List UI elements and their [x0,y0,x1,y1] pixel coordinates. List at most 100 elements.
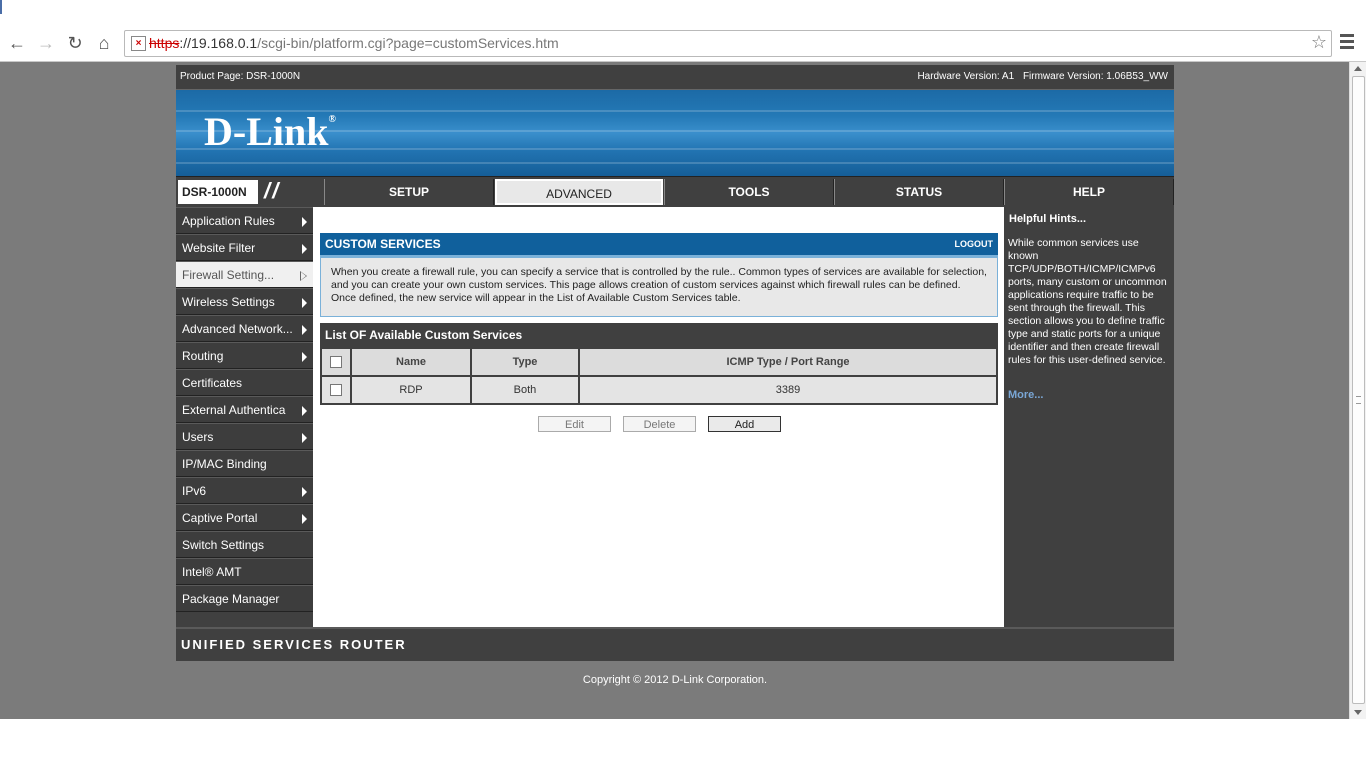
sidebar-item-label: Intel® AMT [182,565,242,579]
delete-button[interactable]: Delete [623,416,696,432]
forward-icon[interactable]: → [35,33,57,53]
tab-advanced[interactable]: ADVANCED [495,179,663,205]
chevron-right-icon [302,217,307,227]
select-all-checkbox[interactable] [330,356,342,369]
chevron-right-icon [302,433,307,443]
more-link[interactable]: More... [1008,389,1043,401]
sidebar-item-label: Routing [182,349,224,363]
product-line-label: UNIFIED SERVICES ROUTER [181,637,407,652]
cell-name: RDP [350,375,472,405]
model-label: DSR-1000N [178,180,258,204]
url-path: /scgi-bin/platform.cgi?page=customServic… [257,35,559,51]
reload-icon[interactable]: ↻ [64,33,86,53]
sidebar: Application Rules Website Filter Firewal… [176,207,313,627]
select-all-cell [320,347,352,377]
footer-bar: UNIFIED SERVICES ROUTER [176,627,1174,661]
dlink-logo[interactable]: D-Link® [204,108,336,155]
scroll-thumb[interactable] [1352,76,1365,704]
sidebar-item-certificates[interactable]: Certificates [176,369,313,396]
back-icon[interactable]: ← [6,33,28,53]
sidebar-item-ipv6[interactable]: IPv6 [176,477,313,504]
column-header-name[interactable]: Name [350,347,472,377]
sidebar-item-label: External Authentica [182,403,286,417]
registered-mark: ® [328,114,336,125]
sidebar-item-label: Captive Portal [182,511,258,525]
sidebar-item-label: Wireless Settings [182,295,275,309]
page-title: CUSTOM SERVICES [325,237,441,251]
sidebar-item-firewall-setting[interactable]: Firewall Setting... [176,261,313,288]
hardware-version: Hardware Version: A1 [917,71,1015,82]
home-icon[interactable]: ⌂ [93,33,115,53]
sidebar-item-label: IPv6 [182,484,207,498]
chevron-right-icon [302,298,307,308]
brand-banner: D-Link® [176,90,1174,176]
router-ui: Product Page: DSR-1000N Hardware Version… [176,65,1174,686]
bookmark-star-icon[interactable]: ☆ [1311,32,1327,53]
column-header-type[interactable]: Type [470,347,580,377]
tab-setup[interactable]: SETUP [324,179,494,205]
vertical-scrollbar[interactable] [1349,62,1366,719]
scroll-up-icon[interactable] [1354,66,1362,71]
browser-tab-strip [0,0,1366,26]
sidebar-item-switch-settings[interactable]: Switch Settings [176,531,313,558]
sidebar-item-captive-portal[interactable]: Captive Portal [176,504,313,531]
sidebar-item-advanced-network[interactable]: Advanced Network... [176,315,313,342]
sidebar-item-external-authentication[interactable]: External Authentica [176,396,313,423]
sidebar-item-website-filter[interactable]: Website Filter [176,234,313,261]
firmware-version: Firmware Version: 1.06B53_WW [1022,71,1168,82]
url-scheme: https [149,35,180,51]
sidebar-item-label: Users [182,430,214,444]
sidebar-item-routing[interactable]: Routing [176,342,313,369]
hints-title: Helpful Hints... [1009,213,1086,225]
sidebar-item-label: Firewall Setting... [182,268,275,282]
section-header: CUSTOM SERVICES LOGOUT [320,233,998,257]
insecure-lock-icon[interactable]: × [131,36,146,51]
tab-help[interactable]: HELP [1004,179,1174,205]
helpful-hints-panel: Helpful Hints... While common services u… [1004,207,1174,627]
tab-edge [0,0,2,14]
url-text[interactable]: https://19.168.0.1/scgi-bin/platform.cgi… [149,35,559,51]
chevron-right-icon [302,406,307,416]
product-info-bar: Product Page: DSR-1000N Hardware Version… [176,65,1174,90]
tab-tools[interactable]: TOOLS [664,179,834,205]
sidebar-item-label: Switch Settings [182,538,265,552]
chevron-right-icon [302,514,307,524]
chevron-right-outline-icon [300,271,307,281]
version-info: Hardware Version: A1 Firmware Version: 1… [911,71,1168,82]
row-select-cell [320,375,352,405]
logout-link[interactable]: LOGOUT [955,239,994,249]
edit-button[interactable]: Edit [538,416,611,432]
scroll-down-icon[interactable] [1354,710,1362,715]
sidebar-item-wireless-settings[interactable]: Wireless Settings [176,288,313,315]
sidebar-item-users[interactable]: Users [176,423,313,450]
browser-menu-icon[interactable] [1340,34,1354,50]
tab-status[interactable]: STATUS [834,179,1004,205]
sidebar-item-ip-mac-binding[interactable]: IP/MAC Binding [176,450,313,477]
chevron-right-icon [302,325,307,335]
sidebar-item-label: Website Filter [182,241,256,255]
add-button[interactable]: Add [708,416,781,432]
chevron-right-icon [302,244,307,254]
page-description: When you create a firewall rule, you can… [320,257,998,317]
column-header-range[interactable]: ICMP Type / Port Range [578,347,998,377]
window-bottom [0,719,1366,768]
sidebar-item-package-manager[interactable]: Package Manager [176,585,313,612]
nav-slashes-decoration: / / [264,178,278,203]
cell-range: 3389 [578,375,998,405]
content-row: Application Rules Website Filter Firewal… [176,207,1174,627]
table-row[interactable]: RDP Both 3389 [320,375,998,405]
product-page-label: Product Page: DSR-1000N [180,71,301,82]
browser-toolbar: ← → ↻ ⌂ × https://19.168.0.1/scgi-bin/pl… [0,26,1366,62]
address-bar[interactable]: × https://19.168.0.1/scgi-bin/platform.c… [124,30,1332,57]
sidebar-item-label: Certificates [182,376,243,390]
list-title: List OF Available Custom Services [320,323,998,347]
logo-text: D-Link [204,109,329,154]
hints-text: While common services use known TCP/UDP/… [1008,237,1167,366]
sidebar-item-label: IP/MAC Binding [182,457,267,471]
row-checkbox[interactable] [330,384,342,397]
page-viewport: Product Page: DSR-1000N Hardware Version… [0,62,1349,719]
sidebar-item-intel-amt[interactable]: Intel® AMT [176,558,313,585]
url-host: ://19.168.0.1 [179,35,258,51]
sidebar-item-application-rules[interactable]: Application Rules [176,207,313,234]
main-content: CUSTOM SERVICES LOGOUT When you create a… [320,207,1004,627]
